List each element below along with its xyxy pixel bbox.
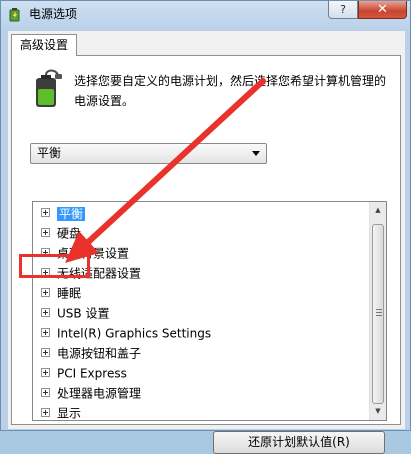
annotation-arrow bbox=[65, 78, 266, 263]
power-options-window: 电源选项 ? ✕ 高级设置 选择您要自定义的电源计划，然后选择您希望计算机管理的… bbox=[0, 0, 411, 454]
tab-advanced-settings[interactable]: 高级设置 bbox=[11, 34, 77, 56]
restore-defaults-button[interactable]: 还原计划默认值(R) bbox=[213, 431, 385, 454]
